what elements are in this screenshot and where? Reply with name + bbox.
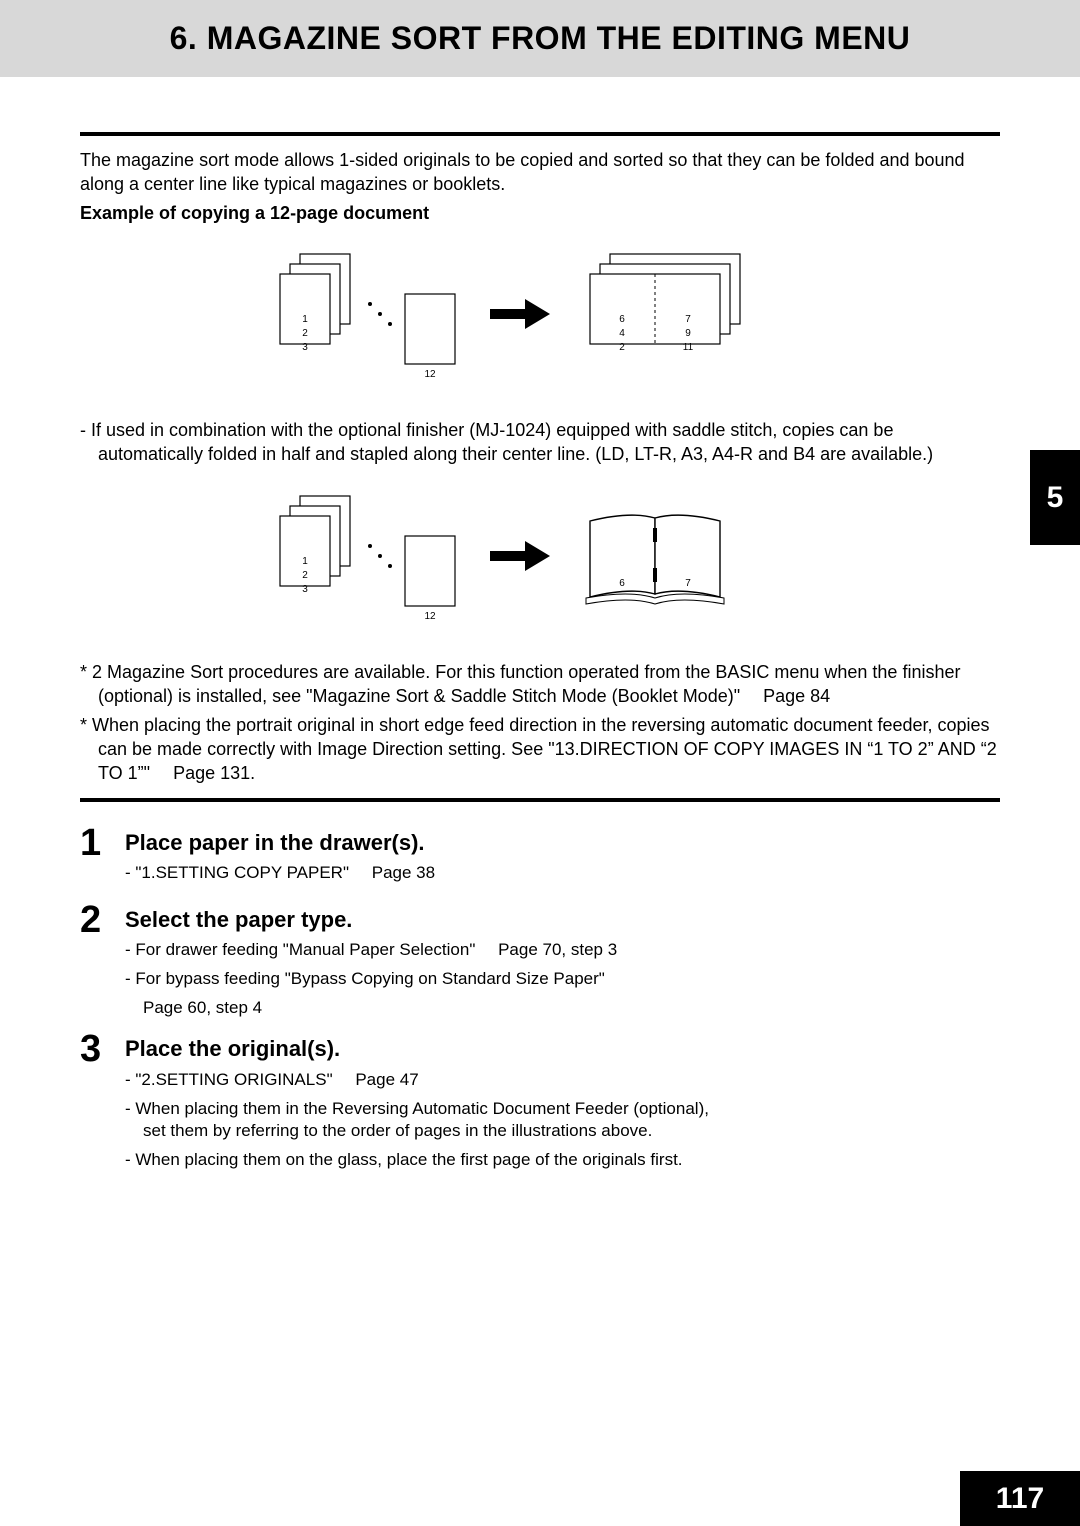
step-number: 1 — [80, 822, 125, 891]
step-sub: - When placing them on the glass, place … — [125, 1149, 720, 1172]
intro-text: The magazine sort mode allows 1-sided or… — [80, 148, 1000, 197]
src-label: 3 — [302, 342, 308, 353]
chapter-tab: 5 — [1030, 450, 1080, 545]
out-label: 6 — [619, 314, 625, 325]
out-label: 4 — [619, 328, 625, 339]
content-area: The magazine sort mode allows 1-sided or… — [0, 77, 1080, 1178]
step-sub-text: - "1.SETTING COPY PAPER" — [125, 863, 349, 882]
page-ref: Page 70, step 3 — [498, 940, 617, 959]
step-sub-text: - For bypass feeding "Bypass Copying on … — [125, 969, 605, 988]
step-sub-text: - For drawer feeding "Manual Paper Selec… — [125, 940, 475, 959]
rule-mid — [80, 798, 1000, 802]
step-number: 3 — [80, 1028, 125, 1178]
out-label: 7 — [685, 314, 691, 325]
page-ref: Page 131. — [173, 763, 255, 783]
page-ref: Page 84 — [763, 686, 830, 706]
note-line: * 2 Magazine Sort procedures are availab… — [80, 660, 1000, 709]
src-label: 2 — [302, 328, 308, 339]
step-item: 2 Select the paper type. - For drawer fe… — [80, 899, 720, 1020]
out-label: 7 — [685, 578, 691, 589]
figure-sorted-sheets: 1 2 3 12 6 7 — [80, 244, 1000, 394]
out-label: 9 — [685, 328, 691, 339]
rule-top — [80, 132, 1000, 136]
finisher-note: - If used in combination with the option… — [80, 418, 1000, 467]
src-label: 1 — [302, 556, 308, 567]
step-sub-cont: Page 60, step 4 — [125, 997, 720, 1020]
step-sub-text: - "2.SETTING ORIGINALS" — [125, 1070, 333, 1089]
step-item: 1 Place paper in the drawer(s). - "1.SET… — [80, 822, 720, 891]
src-label: 1 — [302, 314, 308, 325]
page-ref: Page 38 — [372, 863, 435, 882]
step-sub: - "2.SETTING ORIGINALS" Page 47 — [125, 1069, 720, 1092]
page-ref: Page 47 — [355, 1070, 418, 1089]
out-label: 2 — [619, 342, 625, 353]
src-label: 3 — [302, 584, 308, 595]
example-label: Example of copying a 12-page document — [80, 203, 1000, 224]
page-number: 117 — [960, 1471, 1080, 1526]
steps-list: 1 Place paper in the drawer(s). - "1.SET… — [80, 822, 1000, 1179]
note-line: * When placing the portrait original in … — [80, 713, 1000, 786]
step-title: Place the original(s). — [125, 1028, 720, 1062]
page: 6. MAGAZINE SORT FROM THE EDITING MENU 5… — [0, 0, 1080, 1526]
figure-saddle-booklet: 1 2 3 12 6 7 — [80, 486, 1000, 636]
src-label: 2 — [302, 570, 308, 581]
step-body: Place the original(s). - "2.SETTING ORIG… — [125, 1028, 720, 1178]
step-sub: - For drawer feeding "Manual Paper Selec… — [125, 939, 720, 962]
step-body: Place paper in the drawer(s). - "1.SETTI… — [125, 822, 720, 891]
step-item: 3 Place the original(s). - "2.SETTING OR… — [80, 1028, 720, 1178]
page-title: 6. MAGAZINE SORT FROM THE EDITING MENU — [40, 20, 1040, 57]
step-sub: - When placing them in the Reversing Aut… — [125, 1098, 720, 1144]
step-number: 2 — [80, 899, 125, 1020]
step-body: Select the paper type. - For drawer feed… — [125, 899, 720, 1020]
src-label: 12 — [424, 369, 436, 380]
step-title: Select the paper type. — [125, 899, 720, 933]
src-label: 12 — [424, 611, 436, 622]
out-label: 11 — [683, 342, 694, 353]
step-sub: - For bypass feeding "Bypass Copying on … — [125, 968, 720, 991]
header-bar: 6. MAGAZINE SORT FROM THE EDITING MENU — [0, 0, 1080, 77]
step-sub: - "1.SETTING COPY PAPER" Page 38 — [125, 862, 720, 885]
step-title: Place paper in the drawer(s). — [125, 822, 720, 856]
out-label: 6 — [619, 578, 625, 589]
